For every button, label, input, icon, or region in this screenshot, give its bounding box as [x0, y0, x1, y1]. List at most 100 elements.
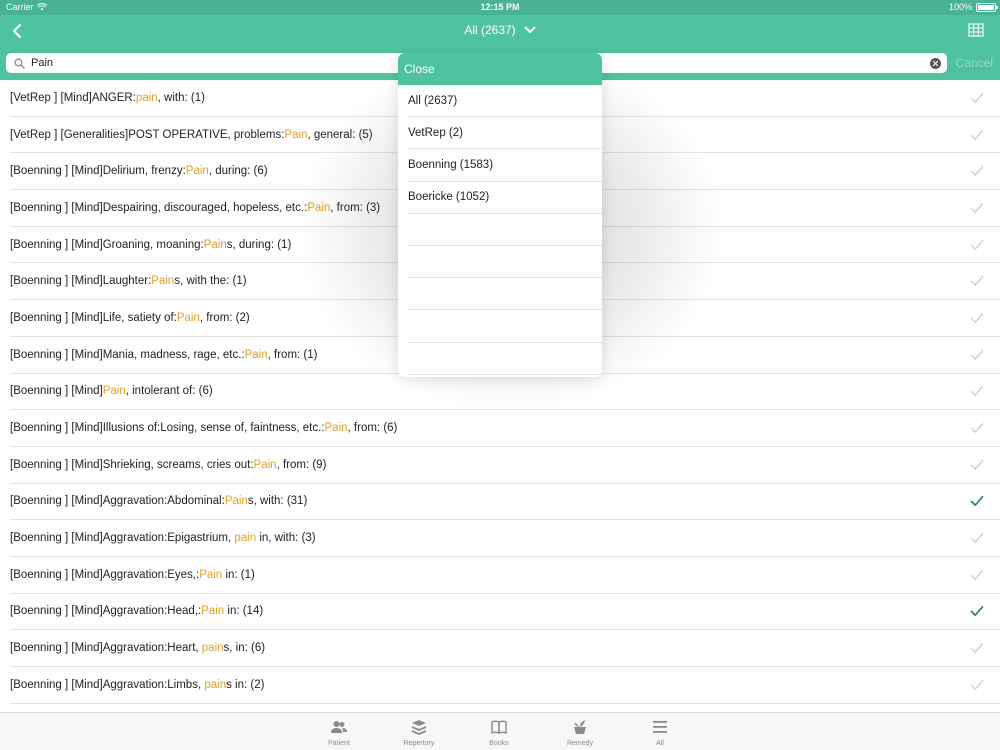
tab-repertory[interactable]: Repertory	[389, 718, 449, 747]
tab-label: Patient	[328, 740, 350, 747]
result-text-prefix: [Boenning ] [Mind]Life, satiety of:	[10, 311, 177, 324]
result-text-prefix: [VetRep ] [Generalities]POST OPERATIVE, …	[10, 128, 285, 141]
result-match-highlight: Pain	[102, 385, 126, 398]
result-row[interactable]: [Boenning ] [Mind]Shrieking, screams, cr…	[10, 447, 1000, 484]
result-match-highlight: Pain	[324, 422, 348, 435]
checkmark-icon[interactable]	[970, 421, 984, 435]
popover-item	[408, 246, 602, 279]
book-filter-popover: Close All (2637) VetRep (2) Boenning (1583…	[398, 53, 602, 377]
checkmark-icon[interactable]	[970, 164, 984, 178]
popover-item[interactable]: All (2637)	[408, 85, 602, 118]
result-row[interactable]: [Boenning ] [Mind]Aggravation:Epigastriu…	[10, 520, 1000, 557]
tab-remedy[interactable]: Remedy	[550, 718, 610, 747]
popover-item[interactable]: Boericke (1052)	[408, 182, 602, 214]
battery-percent: 100%	[948, 2, 972, 12]
result-text-suffix: , from: (9)	[276, 458, 327, 471]
checkmark-icon[interactable]	[970, 531, 984, 545]
tab-label: Remedy	[566, 740, 594, 747]
tab-books[interactable]: Books	[469, 718, 529, 747]
result-match-highlight: pain	[234, 532, 257, 545]
result-text: [Boenning ] [Mind]Aggravation:Heart, pai…	[10, 642, 265, 654]
result-text: [VetRep ] [Mind]ANGER:pain, with: (1)	[10, 92, 205, 104]
result-text-prefix: [Boenning ] [Mind]Aggravation:Eyes,:	[10, 568, 200, 581]
result-text: [Boenning ] [Mind]Despairing, discourage…	[10, 202, 380, 214]
result-row[interactable]: [Boenning ] [Mind]Aggravation:Limbs, pai…	[10, 667, 1000, 704]
checkmark-icon[interactable]	[970, 458, 984, 472]
status-bar: Carrier 12:15 PM 100%	[0, 0, 1000, 15]
clock: 12:15 PM	[480, 2, 520, 12]
result-match-highlight: Pain	[199, 568, 223, 581]
result-row[interactable]: [Boenning ] [Mind]Aggravation:Head,:Pain…	[10, 594, 1000, 631]
checkmark-icon[interactable]	[970, 678, 984, 692]
checkmark-icon[interactable]	[970, 91, 984, 105]
checkmark-icon[interactable]	[970, 384, 984, 398]
checkmark-icon[interactable]	[970, 311, 984, 325]
nav-title: All (2637)	[464, 23, 516, 37]
result-row[interactable]: [Boenning ] [Mind]Aggravation:Abdominal:…	[10, 484, 1000, 521]
result-row[interactable]: [Boenning ] [Mind]Illusions of:Losing, s…	[10, 410, 1000, 447]
popover-close-button[interactable]: Close	[398, 53, 602, 85]
checkmark-icon[interactable]	[970, 604, 984, 618]
result-text: [Boenning ] [Mind]Delirium, frenzy:Pain,…	[10, 165, 268, 177]
result-text-suffix: , from: (6)	[347, 422, 398, 435]
result-text-suffix: , intolerant of: (6)	[125, 385, 213, 398]
result-text-suffix: , with: (1)	[157, 91, 205, 104]
result-text-suffix: s, with: (31)	[247, 495, 308, 508]
result-text: [Boenning ] [Mind]Life, satiety of:Pain,…	[10, 312, 250, 324]
repertory-icon	[412, 720, 426, 735]
result-match-highlight: Pain	[151, 275, 175, 288]
tab-label: Repertory	[403, 740, 435, 747]
result-text-prefix: [Boenning ] [Mind]Shrieking, screams, cr…	[10, 458, 254, 471]
clear-search-icon[interactable]	[930, 57, 941, 69]
patient-icon	[331, 721, 347, 733]
result-text-suffix: in: (14)	[224, 605, 264, 618]
checkmark-icon[interactable]	[970, 641, 984, 655]
result-row[interactable]: [Boenning ] [Mind]Pain, intolerant of: (…	[10, 374, 1000, 411]
checkmark-icon[interactable]	[970, 128, 984, 142]
result-match-highlight: Pain	[224, 495, 248, 508]
result-match-highlight: Pain	[253, 458, 277, 471]
result-text: [Boenning ] [Mind]Shrieking, screams, cr…	[10, 459, 326, 471]
menu-icon	[653, 721, 667, 733]
grid-icon[interactable]	[968, 22, 984, 38]
result-match-highlight: Pain	[244, 348, 268, 361]
popover-item[interactable]: Boenning (1583)	[408, 149, 602, 182]
checkmark-icon[interactable]	[970, 348, 984, 362]
popover-item	[408, 278, 602, 311]
result-text-prefix: [Boenning ] [Mind]Groaning, moaning:	[10, 238, 204, 251]
popover-item[interactable]: VetRep (2)	[408, 117, 602, 150]
result-match-highlight: Pain	[203, 238, 227, 251]
result-match-highlight: pain	[201, 642, 224, 655]
result-text: [Boenning ] [Mind]Groaning, moaning:Pain…	[10, 239, 291, 251]
result-text-suffix: , during: (6)	[208, 165, 268, 178]
result-text-prefix: [Boenning ] [Mind]Aggravation:Epigastriu…	[10, 532, 235, 545]
result-text-suffix: in: (1)	[222, 568, 255, 581]
book-filter-toggle[interactable]: All (2637)	[464, 23, 536, 37]
tab-all[interactable]: All	[630, 718, 690, 747]
result-row[interactable]: [Boenning ] [Mind]Aggravation:Heart, pai…	[10, 630, 1000, 667]
result-match-highlight: Pain	[284, 128, 308, 141]
tab-patient[interactable]: Patient	[309, 718, 369, 747]
result-match-highlight: pain	[135, 91, 158, 104]
checkmark-icon[interactable]	[970, 201, 984, 215]
result-text-suffix: , from: (3)	[330, 201, 381, 214]
result-text-suffix: s, in: (6)	[223, 642, 266, 655]
checkmark-icon[interactable]	[970, 274, 984, 288]
battery-icon	[976, 2, 998, 12]
popover-close-label: Close	[404, 62, 435, 76]
result-text-prefix: [Boenning ] [Mind]Despairing, discourage…	[10, 201, 308, 214]
checkmark-icon[interactable]	[970, 568, 984, 582]
popover-item	[408, 214, 602, 246]
checkmark-icon[interactable]	[970, 494, 984, 508]
popover-item	[408, 310, 602, 343]
checkmark-icon[interactable]	[970, 238, 984, 252]
cancel-button[interactable]: Cancel	[956, 56, 993, 70]
result-text: [Boenning ] [Mind]Aggravation:Abdominal:…	[10, 495, 307, 507]
result-row[interactable]: [Boenning ] [Mind]Aggravation:Eyes,:Pain…	[10, 557, 1000, 594]
result-text-prefix: [Boenning ] [Mind]Aggravation:Abdominal:	[10, 495, 225, 508]
result-match-highlight: pain	[204, 678, 227, 691]
result-text: [Boenning ] [Mind]Laughter:Pains, with t…	[10, 275, 247, 287]
result-match-highlight: Pain	[307, 201, 331, 214]
result-text-suffix: s, during: (1)	[226, 238, 292, 251]
result-text: [Boenning ] [Mind]Aggravation:Head,:Pain…	[10, 605, 263, 617]
